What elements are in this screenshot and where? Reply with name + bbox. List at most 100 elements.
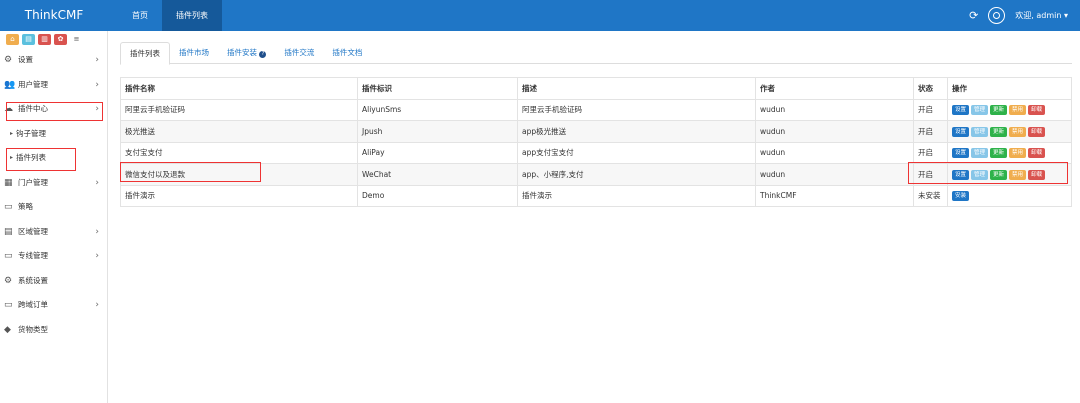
nav-plugin-list[interactable]: 插件列表 xyxy=(162,0,222,31)
list-icon[interactable]: ≡ xyxy=(70,34,83,45)
sidebar-item-orders[interactable]: ▭ 跨域订单 › xyxy=(0,293,107,318)
sidebar-item-users[interactable]: 👥 用户管理 › xyxy=(0,73,107,98)
table-row: 插件演示 Demo 插件演示 ThinkCMF 未安装 安装 xyxy=(120,184,1072,207)
sidebar-item-strategy[interactable]: ▭ 策略 xyxy=(0,195,107,220)
settings-button[interactable]: 设置 xyxy=(952,105,970,116)
sidebar-item-label: 货物类型 xyxy=(18,324,48,334)
brand-title[interactable]: ThinkCMF xyxy=(0,0,108,31)
sidebar-item-label: 设置 xyxy=(18,55,33,64)
plugin-author: wudun xyxy=(755,120,914,143)
gear-icon[interactable]: ✿ xyxy=(54,34,67,45)
chevron-right-icon: › xyxy=(95,79,99,90)
trash-icon[interactable]: ▥ xyxy=(38,34,51,45)
caret-right-icon: ▸ xyxy=(10,129,14,137)
uninstall-button[interactable]: 卸载 xyxy=(1028,148,1046,159)
sidebar-item-label: 区域管理 xyxy=(18,226,48,236)
tab-plugin-market[interactable]: 插件市场 xyxy=(170,42,218,64)
plugin-name: 阿里云手机验证码 xyxy=(120,98,358,121)
plugin-author: wudun xyxy=(755,163,914,186)
tab-label: 插件安装 xyxy=(227,48,257,57)
home-icon[interactable]: ⌂ xyxy=(6,34,19,45)
question-icon: ? xyxy=(259,51,267,58)
highlight-box xyxy=(6,102,103,121)
table-icon: ▤ xyxy=(4,226,13,237)
users-icon: 👥 xyxy=(4,79,16,90)
uninstall-button[interactable]: 卸载 xyxy=(1028,105,1046,116)
update-button[interactable]: 更新 xyxy=(990,148,1008,159)
chevron-right-icon: › xyxy=(95,55,99,65)
uninstall-button[interactable]: 卸载 xyxy=(1028,126,1046,137)
table-row: 极光推送 Jpush app极光推送 wudun 开启 设置 管理 更新 禁用 卸载 xyxy=(120,120,1072,143)
quick-shortcuts: ⌂ ▤ ▥ ✿ ≡ xyxy=(0,31,107,48)
disable-button[interactable]: 禁用 xyxy=(1009,126,1027,137)
sidebar-item-line[interactable]: ▭ 专线管理 › xyxy=(0,244,107,269)
highlight-box xyxy=(908,162,1068,184)
plugin-status: 开启 xyxy=(913,141,948,164)
col-desc: 描述 xyxy=(517,77,756,100)
install-button[interactable]: 安装 xyxy=(952,191,970,202)
plugin-id: AliPay xyxy=(357,141,518,164)
highlight-box xyxy=(6,148,76,171)
plugin-actions: 设置 管理 更新 禁用 卸载 xyxy=(947,98,1072,121)
table-row: 支付宝支付 AliPay app支付宝支付 wudun 开启 设置 管理 更新 禁用卸… xyxy=(120,141,1072,164)
update-button[interactable]: 更新 xyxy=(990,126,1008,137)
sidebar-item-label: 系统设置 xyxy=(18,275,48,285)
disable-button[interactable]: 禁用 xyxy=(1009,105,1027,116)
chevron-right-icon: › xyxy=(95,300,99,310)
plugin-name: 插件演示 xyxy=(120,184,358,207)
manage-button[interactable]: 管理 xyxy=(971,148,989,159)
plugin-desc: app支付宝支付 xyxy=(517,141,756,164)
user-greeting[interactable]: 欢迎, admin ▾ xyxy=(1015,10,1068,21)
plugin-desc: app极光推送 xyxy=(517,120,756,143)
sidebar: ⌂ ▤ ▥ ✿ ≡ ⚙ 设置 › 👥 用户管理 › ☁ 插件中心 › ▸ 钩子管… xyxy=(0,31,108,403)
avatar[interactable] xyxy=(988,7,1006,24)
col-name: 插件名称 xyxy=(120,77,358,100)
plugin-author: wudun xyxy=(755,141,914,164)
file-icon[interactable]: ▤ xyxy=(22,34,35,45)
plugin-author: wudun xyxy=(755,98,914,121)
highlight-box xyxy=(120,162,261,182)
tab-plugin-exchange[interactable]: 插件交流 xyxy=(275,42,323,64)
plugin-name: 极光推送 xyxy=(120,120,358,143)
sidebar-item-hooks[interactable]: ▸ 钩子管理 xyxy=(0,122,107,147)
table-header: 插件名称 插件标识 描述 作者 状态 操作 xyxy=(120,77,1072,100)
sidebar-item-region[interactable]: ▤ 区域管理 › xyxy=(0,220,107,245)
manage-button[interactable]: 管理 xyxy=(971,126,989,137)
sidebar-item-settings[interactable]: ⚙ 设置 › xyxy=(0,48,107,73)
top-nav: 首页 插件列表 xyxy=(118,0,222,31)
tab-plugin-install[interactable]: 插件安装 ? xyxy=(218,42,275,64)
plugin-author: ThinkCMF xyxy=(755,184,914,207)
grid-icon: ▦ xyxy=(4,177,13,188)
chevron-right-icon: › xyxy=(95,251,99,261)
monitor-icon: ▭ xyxy=(4,251,13,261)
plugin-status: 开启 xyxy=(913,120,948,143)
plugin-actions: 设置 管理 更新 禁用 卸载 xyxy=(947,120,1072,143)
tab-bar: 插件列表 插件市场 插件安装 ? 插件交流 插件文档 xyxy=(120,42,1072,65)
plugin-status: 未安装 xyxy=(913,184,948,207)
plugin-desc: 阿里云手机验证码 xyxy=(517,98,756,121)
plugin-id: Jpush xyxy=(357,120,518,143)
manage-button[interactable]: 管理 xyxy=(971,105,989,116)
sidebar-item-goods[interactable]: ◆ 货物类型 xyxy=(0,318,107,343)
refresh-icon[interactable]: ⟳ xyxy=(969,9,978,22)
tab-plugin-list[interactable]: 插件列表 xyxy=(120,42,170,65)
plugin-status: 开启 xyxy=(913,98,948,121)
settings-button[interactable]: 设置 xyxy=(952,148,970,159)
tab-plugin-docs[interactable]: 插件文档 xyxy=(323,42,371,64)
update-button[interactable]: 更新 xyxy=(990,105,1008,116)
monitor-icon: ▭ xyxy=(4,202,13,212)
top-bar: ThinkCMF 首页 插件列表 ⟳ 欢迎, admin ▾ xyxy=(0,0,1080,31)
disable-button[interactable]: 禁用 xyxy=(1009,148,1027,159)
monitor-icon: ▭ xyxy=(4,300,13,310)
plugin-name: 支付宝支付 xyxy=(120,141,358,164)
sidebar-item-label: 门户管理 xyxy=(18,177,48,187)
chevron-right-icon: › xyxy=(95,177,99,188)
nav-home[interactable]: 首页 xyxy=(118,0,162,31)
sidebar-item-label: 跨域订单 xyxy=(18,300,48,309)
plugin-id: WeChat xyxy=(357,163,518,186)
sidebar-item-portal[interactable]: ▦ 门户管理 › xyxy=(0,171,107,196)
settings-button[interactable]: 设置 xyxy=(952,126,970,137)
sidebar-item-system[interactable]: ⚙ 系统设置 xyxy=(0,269,107,294)
col-actions: 操作 xyxy=(947,77,1072,100)
chevron-right-icon: › xyxy=(95,226,99,237)
